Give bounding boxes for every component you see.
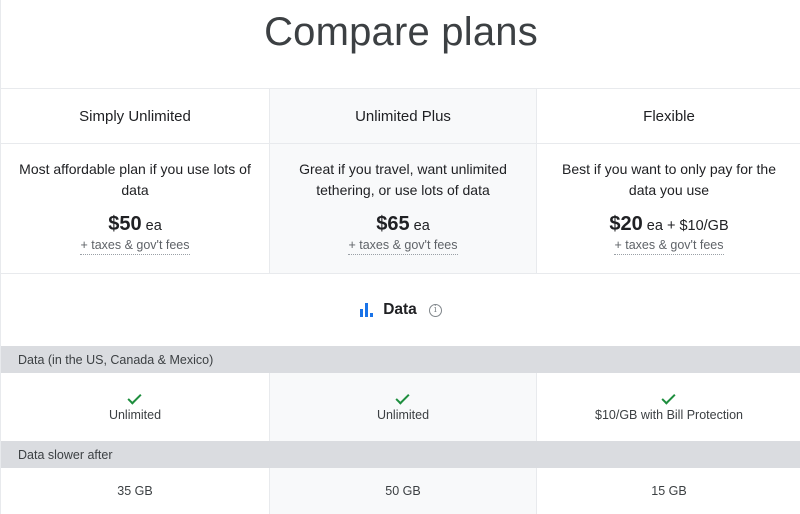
price-unit: ea bbox=[145, 218, 162, 234]
plan-price: $20 ea + $10/GB bbox=[537, 213, 800, 236]
info-icon[interactable]: i bbox=[428, 303, 442, 317]
price-amount: $20 bbox=[609, 213, 643, 235]
feature-value: 35 GB bbox=[117, 484, 153, 498]
plan-name-simply-unlimited[interactable]: Simply Unlimited bbox=[1, 89, 269, 143]
check-icon bbox=[395, 393, 411, 405]
feature-label-data-slower: Data slower after bbox=[1, 441, 800, 468]
plan-price: $50 ea bbox=[1, 213, 269, 236]
price-extra: + $10/GB bbox=[666, 218, 729, 234]
plan-description: Great if you travel, want unlimited teth… bbox=[299, 161, 507, 198]
price-amount: $65 bbox=[376, 213, 410, 235]
page-title: Compare plans bbox=[264, 10, 538, 54]
bar-chart-icon bbox=[360, 303, 374, 317]
plans-comparison-table: Simply Unlimited Unlimited Plus Flexible… bbox=[1, 88, 800, 514]
feature-cell: Unlimited bbox=[269, 373, 537, 441]
plan-description: Most affordable plan if you use lots of … bbox=[19, 161, 251, 198]
feature-value: Unlimited bbox=[108, 407, 162, 422]
feature-label-data-region: Data (in the US, Canada & Mexico) bbox=[1, 346, 800, 373]
feature-cell: Unlimited bbox=[1, 373, 269, 441]
taxes-fees-link[interactable]: + taxes & gov't fees bbox=[614, 238, 724, 255]
feature-value: 50 GB bbox=[269, 468, 537, 514]
plan-card-simply-unlimited: Most affordable plan if you use lots of … bbox=[1, 144, 269, 273]
feature-value: 15 GB bbox=[651, 484, 687, 498]
plan-card-flexible: Best if you want to only pay for the dat… bbox=[537, 144, 800, 273]
plan-names-row: Simply Unlimited Unlimited Plus Flexible bbox=[1, 88, 800, 144]
section-label: Data bbox=[383, 301, 417, 318]
price-unit: ea bbox=[413, 218, 430, 234]
data-section-header: Data i bbox=[1, 274, 800, 346]
plan-description: Best if you want to only pay for the dat… bbox=[561, 161, 776, 198]
plan-price: $65 ea bbox=[270, 213, 536, 236]
feature-row-data-slower: 35 GB 50 GB 15 GB bbox=[1, 468, 800, 514]
check-icon bbox=[661, 393, 677, 405]
plan-card-unlimited-plus: Great if you travel, want unlimited teth… bbox=[269, 144, 537, 273]
price-amount: $50 bbox=[108, 213, 142, 235]
plan-details-row: Most affordable plan if you use lots of … bbox=[1, 144, 800, 274]
feature-cell: $10/GB with Bill Protection bbox=[537, 373, 800, 441]
plan-name-unlimited-plus[interactable]: Unlimited Plus bbox=[269, 89, 537, 143]
feature-row-data: Unlimited Unlimited $10/GB with Bill Pro… bbox=[1, 373, 800, 441]
feature-value: $10/GB with Bill Protection bbox=[595, 407, 743, 422]
check-icon bbox=[127, 393, 143, 405]
price-unit: ea bbox=[646, 218, 663, 234]
taxes-fees-link[interactable]: + taxes & gov't fees bbox=[80, 238, 190, 255]
taxes-fees-link[interactable]: + taxes & gov't fees bbox=[348, 238, 458, 255]
compare-plans-page: Compare plans Simply Unlimited Unlimited… bbox=[0, 0, 800, 514]
feature-value: Unlimited bbox=[376, 407, 430, 422]
plan-name-flexible[interactable]: Flexible bbox=[537, 89, 800, 143]
